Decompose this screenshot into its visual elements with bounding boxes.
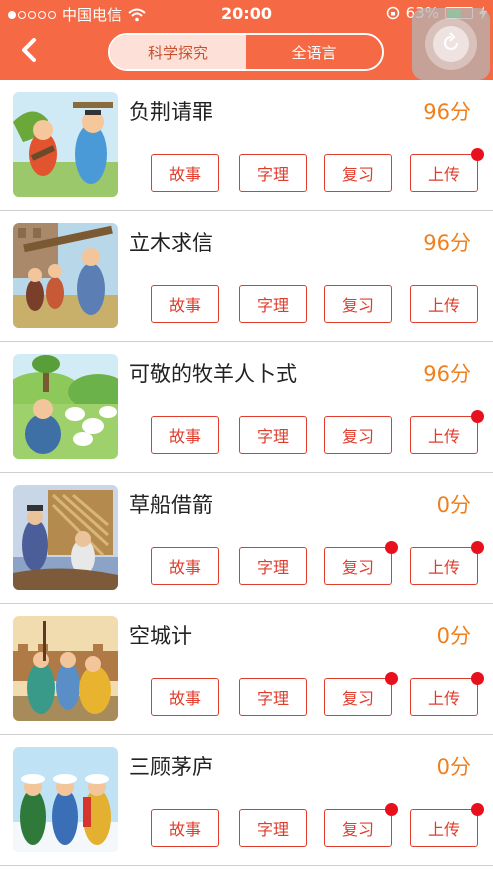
list-item: 可敬的牧羊人卜式 96分 故事 字理 复习 上传 — [0, 342, 493, 473]
story-button[interactable]: 故事 — [151, 547, 219, 585]
floating-refresh-button[interactable] — [412, 8, 490, 80]
upload-button-label: 上传 — [427, 427, 460, 446]
story-title: 立木求信 — [129, 231, 213, 255]
upload-button-label: 上传 — [427, 820, 460, 839]
upload-button-label: 上传 — [427, 689, 460, 708]
story-button[interactable]: 故事 — [151, 154, 219, 192]
story-title: 三顾茅庐 — [129, 755, 213, 779]
story-thumbnail[interactable] — [13, 747, 118, 852]
story-button-label: 故事 — [168, 689, 201, 708]
char-button[interactable]: 字理 — [239, 678, 307, 716]
review-button[interactable]: 复习 — [324, 672, 398, 716]
upload-button[interactable]: 上传 — [410, 672, 484, 716]
category-tabs: 科学探究 全语言 — [108, 33, 384, 71]
story-button-label: 故事 — [168, 427, 201, 446]
char-button-label: 字理 — [256, 820, 289, 839]
story-button-label: 故事 — [168, 820, 201, 839]
char-button-label: 字理 — [256, 427, 289, 446]
story-thumbnail[interactable] — [13, 92, 118, 197]
upload-button-label: 上传 — [427, 165, 460, 184]
story-score: 0分 — [436, 493, 471, 517]
story-thumbnail[interactable] — [13, 616, 118, 721]
list-item: 空城计 0分 故事 字理 复习 上传 — [0, 604, 493, 735]
char-button-label: 字理 — [256, 296, 289, 315]
tab-language[interactable]: 全语言 — [246, 35, 382, 69]
char-button-label: 字理 — [256, 689, 289, 708]
story-button[interactable]: 故事 — [151, 809, 219, 847]
story-title: 空城计 — [129, 624, 192, 648]
refresh-icon — [444, 32, 458, 50]
review-button[interactable]: 复习 — [324, 541, 398, 585]
story-button[interactable]: 故事 — [151, 416, 219, 454]
story-score: 0分 — [436, 624, 471, 648]
upload-button[interactable]: 上传 — [410, 285, 478, 323]
review-button[interactable]: 复习 — [324, 803, 398, 847]
story-title: 负荆请罪 — [129, 100, 213, 124]
upload-button-label: 上传 — [427, 558, 460, 577]
review-button-label: 复习 — [341, 296, 374, 315]
review-button[interactable]: 复习 — [324, 154, 392, 192]
review-button[interactable]: 复习 — [324, 285, 392, 323]
story-button-label: 故事 — [168, 558, 201, 577]
notification-dot — [385, 803, 398, 816]
notification-dot — [471, 541, 484, 554]
upload-button[interactable]: 上传 — [410, 148, 484, 192]
story-score: 0分 — [436, 755, 471, 779]
review-button[interactable]: 复习 — [324, 416, 392, 454]
story-score: 96分 — [423, 231, 471, 255]
list-item: 草船借箭 0分 故事 字理 复习 上传 — [0, 473, 493, 604]
story-thumbnail[interactable] — [13, 485, 118, 590]
app-header: 中国电信 20:00 63% 科学探究 全语言 — [0, 0, 493, 80]
story-list: 负荆请罪 96分 故事 字理 复习 上传 立木求信 96分 故事 字理 复习 上… — [0, 80, 493, 866]
list-item: 负荆请罪 96分 故事 字理 复习 上传 — [0, 80, 493, 211]
notification-dot — [471, 410, 484, 423]
char-button[interactable]: 字理 — [239, 416, 307, 454]
notification-dot — [471, 148, 484, 161]
char-button[interactable]: 字理 — [239, 285, 307, 323]
story-thumbnail[interactable] — [13, 354, 118, 459]
story-score: 96分 — [423, 362, 471, 386]
char-button-label: 字理 — [256, 558, 289, 577]
upload-button-label: 上传 — [427, 296, 460, 315]
review-button-label: 复习 — [341, 427, 374, 446]
upload-button[interactable]: 上传 — [410, 410, 484, 454]
upload-button[interactable]: 上传 — [410, 541, 484, 585]
story-button[interactable]: 故事 — [151, 678, 219, 716]
char-button-label: 字理 — [256, 165, 289, 184]
story-button[interactable]: 故事 — [151, 285, 219, 323]
orientation-lock-icon — [386, 6, 399, 20]
upload-button[interactable]: 上传 — [410, 803, 484, 847]
story-score: 96分 — [423, 100, 471, 124]
notification-dot — [385, 672, 398, 685]
review-button-label: 复习 — [341, 689, 374, 708]
list-item: 三顾茅庐 0分 故事 字理 复习 上传 — [0, 735, 493, 866]
story-button-label: 故事 — [168, 165, 201, 184]
char-button[interactable]: 字理 — [239, 809, 307, 847]
story-button-label: 故事 — [168, 296, 201, 315]
review-button-label: 复习 — [341, 558, 374, 577]
list-item: 立木求信 96分 故事 字理 复习 上传 — [0, 211, 493, 342]
story-thumbnail[interactable] — [13, 223, 118, 328]
story-title: 草船借箭 — [129, 493, 213, 517]
review-button-label: 复习 — [341, 165, 374, 184]
char-button[interactable]: 字理 — [239, 547, 307, 585]
story-title: 可敬的牧羊人卜式 — [129, 362, 297, 386]
review-button-label: 复习 — [341, 820, 374, 839]
back-icon[interactable] — [18, 36, 42, 64]
tab-science[interactable]: 科学探究 — [110, 35, 246, 69]
notification-dot — [471, 803, 484, 816]
char-button[interactable]: 字理 — [239, 154, 307, 192]
notification-dot — [471, 672, 484, 685]
notification-dot — [385, 541, 398, 554]
